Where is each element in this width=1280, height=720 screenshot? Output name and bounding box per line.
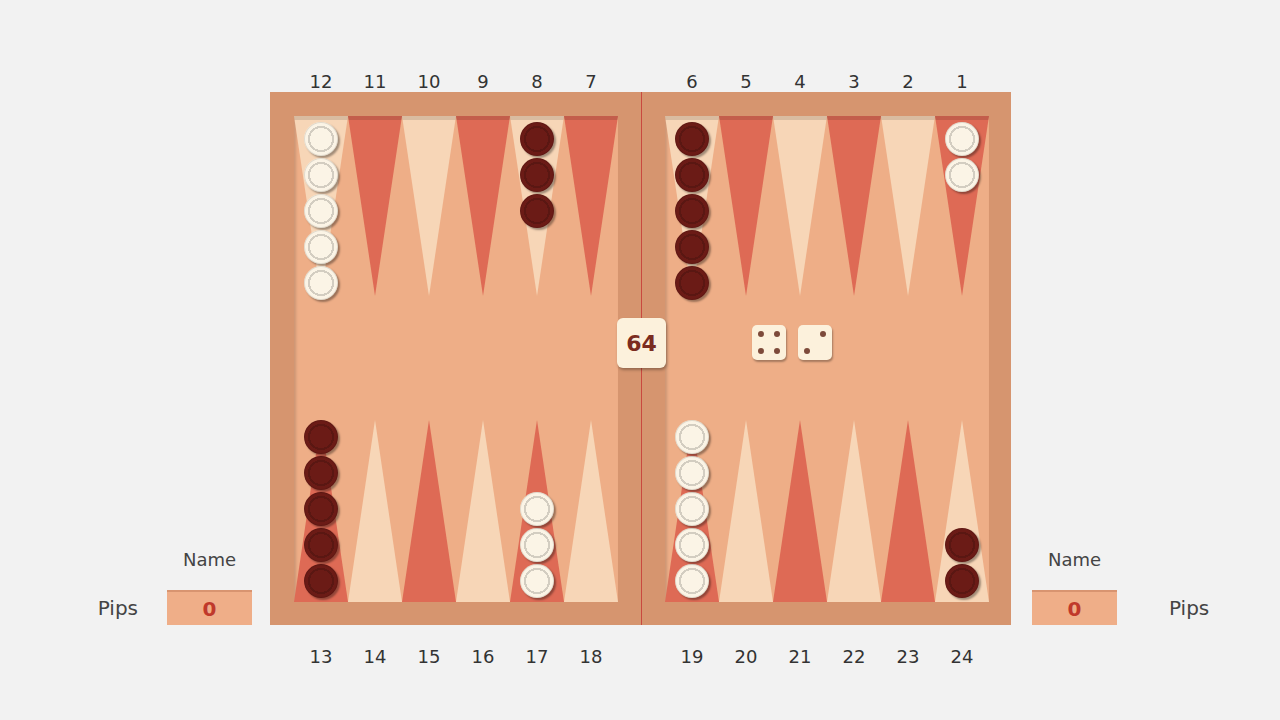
board-point[interactable] — [348, 420, 402, 602]
checker[interactable] — [945, 564, 979, 598]
board-point[interactable] — [827, 116, 881, 296]
board-point[interactable] — [564, 420, 618, 602]
point-number: 1 — [935, 72, 989, 92]
point-number: 5 — [719, 72, 773, 92]
checker[interactable] — [945, 122, 979, 156]
checker[interactable] — [304, 194, 338, 228]
left-half — [294, 116, 618, 602]
board-point[interactable] — [881, 116, 935, 296]
pips-count: 0 — [1032, 590, 1117, 625]
die-pip — [804, 348, 810, 354]
board-point[interactable] — [935, 420, 989, 602]
die-pip — [758, 331, 764, 337]
checker[interactable] — [520, 122, 554, 156]
board-point[interactable] — [719, 116, 773, 296]
board-point[interactable] — [935, 116, 989, 296]
point-number: 7 — [564, 72, 618, 92]
checker[interactable] — [675, 492, 709, 526]
board-point[interactable] — [510, 116, 564, 296]
board-point[interactable] — [827, 420, 881, 602]
checker[interactable] — [675, 456, 709, 490]
checker[interactable] — [675, 528, 709, 562]
board-point[interactable] — [456, 420, 510, 602]
checker[interactable] — [675, 564, 709, 598]
point-number: 9 — [456, 72, 510, 92]
right-half — [665, 116, 989, 602]
die-pip — [774, 331, 780, 337]
checker[interactable] — [520, 564, 554, 598]
bottom-points — [294, 420, 618, 602]
checker[interactable] — [675, 420, 709, 454]
name-label: Name — [1032, 549, 1117, 571]
pips-label: Pips — [1169, 596, 1209, 620]
backgammon-page: 121110987654321NamePips064NamePips013141… — [0, 0, 1280, 720]
checker[interactable] — [520, 194, 554, 228]
checker[interactable] — [675, 266, 709, 300]
checker[interactable] — [520, 158, 554, 192]
checker[interactable] — [304, 266, 338, 300]
board-point[interactable] — [773, 420, 827, 602]
die[interactable] — [798, 325, 832, 360]
checker[interactable] — [304, 456, 338, 490]
pips-label: Pips — [98, 596, 138, 620]
checker[interactable] — [304, 420, 338, 454]
bar: 64 — [618, 92, 665, 625]
bottom-points — [665, 420, 989, 602]
checker[interactable] — [304, 564, 338, 598]
point-number: 3 — [827, 72, 881, 92]
point-number: 8 — [510, 72, 564, 92]
checker[interactable] — [945, 528, 979, 562]
board-point[interactable] — [402, 116, 456, 296]
point-number: 11 — [348, 72, 402, 92]
doubling-cube[interactable]: 64 — [617, 318, 666, 368]
board-point[interactable] — [719, 420, 773, 602]
top-points — [294, 116, 618, 296]
name-label: Name — [167, 549, 252, 571]
point-number: 4 — [773, 72, 827, 92]
point-number: 12 — [294, 72, 348, 92]
point-number: 6 — [665, 72, 719, 92]
checker[interactable] — [304, 230, 338, 264]
backgammon-board: 64 — [270, 92, 1011, 625]
board-point[interactable] — [402, 420, 456, 602]
board-point[interactable] — [773, 116, 827, 296]
board-point[interactable] — [294, 116, 348, 296]
checker[interactable] — [304, 528, 338, 562]
checker[interactable] — [675, 158, 709, 192]
checker[interactable] — [675, 122, 709, 156]
checker[interactable] — [304, 122, 338, 156]
point-number: 2 — [881, 72, 935, 92]
board-point[interactable] — [665, 116, 719, 296]
dice-area — [294, 296, 618, 420]
point-number: 10 — [402, 72, 456, 92]
board-point[interactable] — [564, 116, 618, 296]
dice-area — [665, 296, 989, 420]
checker[interactable] — [520, 492, 554, 526]
top-points — [665, 116, 989, 296]
board-point[interactable] — [665, 420, 719, 602]
die-pip — [774, 348, 780, 354]
checker[interactable] — [675, 194, 709, 228]
die[interactable] — [752, 325, 786, 360]
board-point[interactable] — [348, 116, 402, 296]
checker[interactable] — [520, 528, 554, 562]
player-panel: Name Pips 0 — [98, 549, 252, 625]
die-pip — [758, 348, 764, 354]
top-point-numbers: 121110987 654321 — [270, 72, 1011, 92]
checker[interactable] — [945, 158, 979, 192]
board-point[interactable] — [456, 116, 510, 296]
board-point[interactable] — [510, 420, 564, 602]
board-point[interactable] — [881, 420, 935, 602]
checker[interactable] — [304, 492, 338, 526]
die-pip — [820, 331, 826, 337]
player-panel: Name Pips 0 — [1032, 549, 1209, 625]
board-point[interactable] — [294, 420, 348, 602]
pips-count: 0 — [167, 590, 252, 625]
checker[interactable] — [675, 230, 709, 264]
checker[interactable] — [304, 158, 338, 192]
